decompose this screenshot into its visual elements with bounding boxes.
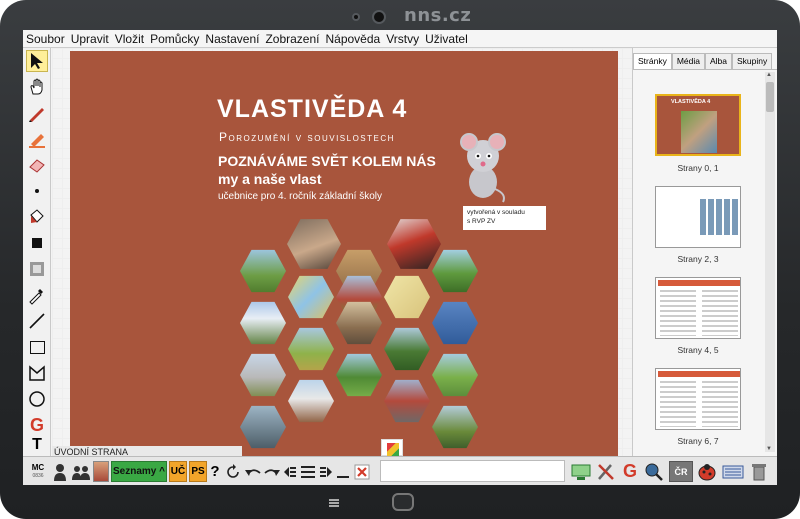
help-icon[interactable]: ? bbox=[209, 461, 221, 482]
select-arrow-icon[interactable] bbox=[26, 50, 48, 72]
cover-title: VLASTIVĚDA 4 bbox=[217, 95, 408, 123]
cover-subheading: my a naše vlast bbox=[218, 171, 322, 187]
rvp-line-2: s RVP ZV bbox=[467, 218, 496, 225]
mc-label: MC bbox=[31, 462, 45, 472]
cr-label: ČR bbox=[674, 466, 688, 477]
ps-button-label: PS bbox=[191, 466, 205, 477]
mc-badge: MC 0836 bbox=[29, 461, 47, 482]
help-label: ? bbox=[210, 463, 220, 480]
text-tool-icon[interactable]: T bbox=[26, 438, 48, 452]
app-screen: Soubor Upravit Vložit Pomůcky Nastavení … bbox=[23, 30, 777, 485]
previous-page-icon[interactable] bbox=[282, 461, 298, 482]
users-icon[interactable] bbox=[71, 461, 91, 482]
menu-item-settings[interactable]: Nastavení bbox=[202, 32, 262, 46]
rvp-line-1: vytvořená v souladu bbox=[467, 209, 525, 216]
user-icon[interactable] bbox=[51, 461, 69, 482]
menu-item-insert[interactable]: Vložit bbox=[112, 32, 147, 46]
filled-square-icon[interactable] bbox=[26, 232, 48, 254]
uc-button[interactable]: UČ bbox=[169, 461, 187, 482]
profile-photo-icon[interactable] bbox=[93, 461, 109, 482]
menu-item-user[interactable]: Uživatel bbox=[422, 32, 471, 46]
panel-tab-underline bbox=[633, 69, 777, 70]
google-search-icon[interactable]: G bbox=[620, 461, 640, 482]
tab-albums[interactable]: Alba bbox=[704, 53, 732, 69]
scroll-thumb[interactable] bbox=[766, 82, 774, 112]
cover-heading: POZNÁVÁME SVĚT KOLEM NÁS bbox=[218, 153, 436, 169]
menu-item-tools[interactable]: Pomůcky bbox=[147, 32, 202, 46]
menu-item-edit[interactable]: Upravit bbox=[68, 32, 112, 46]
fill-bucket-icon[interactable] bbox=[26, 206, 48, 228]
scroll-up-icon[interactable]: ▲ bbox=[766, 72, 772, 78]
globe-magnifier-icon[interactable] bbox=[643, 461, 665, 482]
redo-icon[interactable] bbox=[263, 461, 281, 482]
tab-media[interactable]: Média bbox=[671, 53, 705, 69]
menu-item-file[interactable]: Soubor bbox=[23, 32, 68, 46]
page-thumb-label: Strany 6, 7 bbox=[677, 436, 719, 446]
refresh-icon[interactable] bbox=[224, 461, 242, 482]
ps-button[interactable]: PS bbox=[189, 461, 207, 482]
camera-sensor-icon bbox=[352, 13, 360, 21]
next-page-icon[interactable] bbox=[318, 461, 334, 482]
minimize-icon[interactable] bbox=[336, 461, 350, 482]
brand-logo: nns.cz bbox=[404, 5, 472, 26]
lists-button[interactable]: Seznamy ^ bbox=[111, 461, 167, 482]
left-toolbar: G T bbox=[23, 48, 51, 456]
panel-tabs: Stránky Média Alba Skupiny bbox=[633, 53, 773, 69]
uc-button-label: UČ bbox=[170, 466, 186, 477]
line-icon[interactable] bbox=[26, 310, 48, 332]
trash-icon[interactable] bbox=[749, 461, 769, 482]
cover-grade-text: učebnice pro 4. ročník základní školy bbox=[218, 191, 382, 202]
scroll-down-icon[interactable]: ▼ bbox=[766, 446, 772, 452]
bottom-toolbar: MC 0836 Seznamy ^ UČ PS ? G ČR bbox=[23, 456, 777, 485]
menu-item-layers[interactable]: Vrstvy bbox=[383, 32, 422, 46]
page-thumb-label: Strany 2, 3 bbox=[677, 254, 719, 264]
close-icon[interactable] bbox=[354, 461, 370, 482]
page-thumb-label: Strany 0, 1 bbox=[677, 163, 719, 173]
tab-groups[interactable]: Skupiny bbox=[732, 53, 773, 69]
undo-icon[interactable] bbox=[244, 461, 262, 482]
dot-icon[interactable] bbox=[26, 180, 48, 202]
cr-map-button[interactable]: ČR bbox=[669, 461, 693, 482]
pages-panel: Stránky Média Alba Skupiny VLASTIVĚDA 4 … bbox=[632, 48, 777, 456]
tab-pages[interactable]: Stránky bbox=[633, 53, 672, 69]
menu-item-help[interactable]: Nápověda bbox=[322, 32, 383, 46]
page-thumb-2-3[interactable] bbox=[655, 186, 741, 248]
page-thumb-6-7[interactable] bbox=[655, 368, 741, 430]
book-cover-page: VLASTIVĚDA 4 Porozumění v souvislostech … bbox=[70, 51, 618, 457]
panel-scrollbar[interactable]: ▲ ▼ bbox=[765, 72, 775, 452]
home-button[interactable] bbox=[392, 493, 414, 511]
rvp-badge: vytvořená v souladu s RVP ZV bbox=[463, 206, 546, 230]
lists-button-label: Seznamy ^ bbox=[113, 466, 165, 477]
eyedropper-icon[interactable] bbox=[26, 284, 48, 306]
highlighter-icon[interactable] bbox=[26, 128, 48, 150]
menu-bar: Soubor Upravit Vložit Pomůcky Nastavení … bbox=[23, 30, 777, 48]
frame-square-icon[interactable] bbox=[26, 258, 48, 280]
page-thumb-label: Strany 4, 5 bbox=[677, 345, 719, 355]
eraser-icon[interactable] bbox=[26, 154, 48, 176]
polygon-icon[interactable] bbox=[26, 362, 48, 384]
page-thumb-0-1[interactable]: VLASTIVĚDA 4 bbox=[655, 94, 741, 156]
screen-icon[interactable] bbox=[570, 461, 592, 482]
page-thumb-4-5[interactable] bbox=[655, 277, 741, 339]
circle-icon[interactable] bbox=[26, 388, 48, 410]
mc-sublabel: 0836 bbox=[32, 472, 44, 479]
ladybug-icon[interactable] bbox=[696, 461, 718, 482]
keyboard-icon[interactable] bbox=[721, 461, 745, 482]
rectangle-icon[interactable] bbox=[26, 336, 48, 358]
nns-logo-icon bbox=[381, 439, 403, 457]
menu-lines-icon[interactable] bbox=[300, 461, 316, 482]
hand-pan-icon[interactable] bbox=[26, 76, 48, 98]
cover-subtitle: Porozumění v souvislostech bbox=[219, 130, 395, 144]
tablet-frame: nns.cz Soubor Upravit Vložit Pomůcky Nas… bbox=[0, 0, 800, 519]
camera-icon bbox=[372, 10, 386, 24]
home-button-left-icon[interactable] bbox=[329, 499, 339, 507]
command-input[interactable] bbox=[380, 460, 565, 482]
menu-item-view[interactable]: Zobrazení bbox=[262, 32, 322, 46]
tools-icon[interactable] bbox=[595, 461, 617, 482]
google-icon[interactable]: G bbox=[26, 414, 48, 436]
pen-icon[interactable] bbox=[26, 102, 48, 124]
